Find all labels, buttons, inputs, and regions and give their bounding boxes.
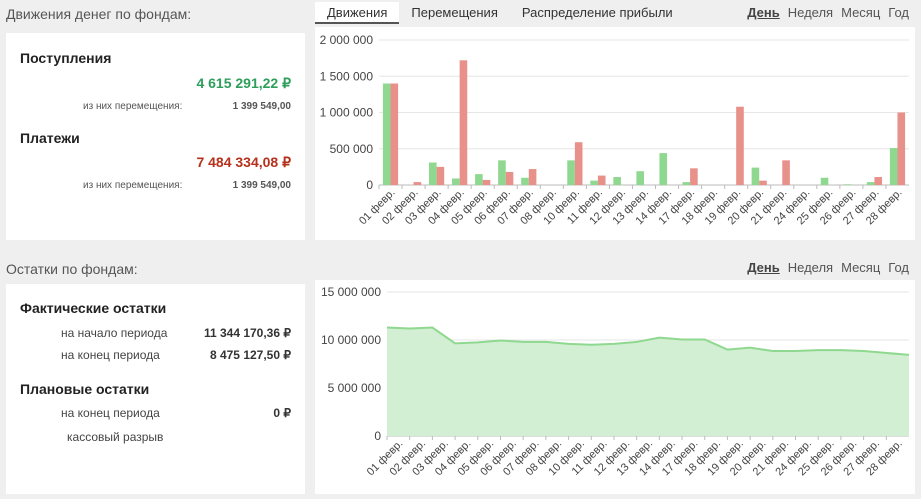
income-bar (682, 182, 691, 185)
period-month[interactable]: Месяц (841, 5, 880, 20)
y-tick-label: 0 (366, 178, 373, 192)
payments-amount: 7 484 334,08 ₽ (196, 154, 291, 170)
payment-bar (505, 171, 514, 185)
balances-period-month[interactable]: Месяц (841, 260, 880, 275)
balances-summary-card: Фактические остатки на начало периода 11… (6, 284, 305, 494)
income-bar (521, 177, 529, 185)
payment-bar (528, 169, 537, 185)
y-tick-label: 10 000 000 (321, 333, 381, 347)
payment-bar (597, 175, 606, 185)
income-transfers-value: 1 399 549,00 (232, 101, 291, 112)
income-bar (636, 171, 644, 185)
payments-transfers-label: из них перемещения: (83, 180, 183, 191)
income-transfers-label: из них перемещения: (83, 101, 183, 112)
y-tick-label: 0 (374, 429, 381, 443)
income-bar (820, 177, 829, 185)
y-tick-label: 15 000 000 (321, 285, 381, 299)
period-year[interactable]: Год (888, 5, 909, 20)
balances-period-day[interactable]: День (747, 260, 780, 275)
movements-chart-card: 2 000 000 1 500 000 1 000 000 500 000 0 01 фе… (315, 27, 915, 240)
income-bar (866, 182, 875, 185)
income-bar (429, 162, 437, 185)
income-bar (613, 177, 621, 185)
income-bar (659, 153, 668, 185)
tab-transfers[interactable]: Перемещения (399, 2, 509, 24)
payment-bar (874, 177, 883, 185)
payment-bar (690, 168, 698, 185)
plan-end-period-value: 0 ₽ (273, 406, 291, 420)
income-bar (590, 180, 598, 185)
balances-period-week[interactable]: Неделя (788, 260, 833, 275)
period-week[interactable]: Неделя (788, 5, 833, 20)
y-tick-label: 500 000 (330, 142, 374, 156)
plan-end-period-label: на конец периода (61, 406, 160, 420)
income-bar (751, 167, 760, 185)
payment-bar (436, 166, 445, 185)
income-bar (498, 160, 506, 185)
tab-movements[interactable]: Движения (315, 2, 400, 24)
balances-period-year[interactable]: Год (888, 260, 909, 275)
planned-balances-title: Плановые остатки (20, 381, 150, 397)
balances-period-switch: День Неделя Месяц Год (739, 260, 909, 275)
movements-summary-card: Поступления 4 615 291,22 ₽ из них переме… (6, 33, 305, 240)
balances-chart-card: 15 000 000 10 000 000 5 000 000 0 01 февр. 02… (315, 280, 915, 494)
income-bar (382, 83, 391, 185)
payment-bar (390, 83, 399, 185)
balances-title: Остатки по фондам: (6, 261, 138, 277)
payment-bar (736, 106, 744, 185)
payments-transfers-value: 1 399 549,00 (232, 180, 291, 191)
income-bar (567, 160, 575, 185)
y-tick-label: 1 500 000 (320, 69, 374, 83)
income-title: Поступления (20, 50, 112, 66)
payment-bar (413, 182, 422, 185)
actual-balances-title: Фактические остатки (20, 300, 167, 316)
income-bar (475, 174, 483, 185)
end-period-label: на конец периода (61, 348, 160, 362)
y-tick-label: 2 000 000 (320, 33, 374, 47)
y-tick-label: 5 000 000 (328, 381, 382, 395)
payment-bar (782, 160, 790, 185)
income-bar (452, 178, 460, 185)
payment-bar (459, 60, 468, 185)
start-period-label: на начало периода (61, 326, 168, 340)
payment-bar (574, 142, 583, 185)
payment-bar (759, 180, 767, 185)
end-period-value: 8 475 127,50 ₽ (209, 348, 291, 362)
tab-profit-distribution[interactable]: Распределение прибыли (510, 2, 685, 24)
payments-title: Платежи (20, 130, 80, 146)
payment-bar (482, 179, 491, 185)
movements-tabs: Движения Перемещения Распределение прибы… (315, 2, 685, 24)
movements-title: Движения денег по фондам: (6, 6, 192, 22)
cash-gap-label: кассовый разрыв (67, 430, 164, 444)
y-tick-label: 1 000 000 (320, 106, 374, 120)
movements-period-switch: День Неделя Месяц Год (739, 5, 909, 20)
period-day[interactable]: День (747, 5, 780, 20)
income-amount: 4 615 291,22 ₽ (196, 75, 291, 91)
payment-bar (897, 112, 906, 185)
start-period-value: 11 344 170,36 ₽ (203, 326, 291, 340)
income-bar (843, 184, 852, 185)
movements-bar-chart: 2 000 0001 500 0001 000 000500 000001 фе… (320, 33, 909, 227)
balances-area-chart: 15 000 00010 000 0005 000 000001 февр.02… (321, 285, 910, 478)
income-bar (889, 148, 898, 185)
